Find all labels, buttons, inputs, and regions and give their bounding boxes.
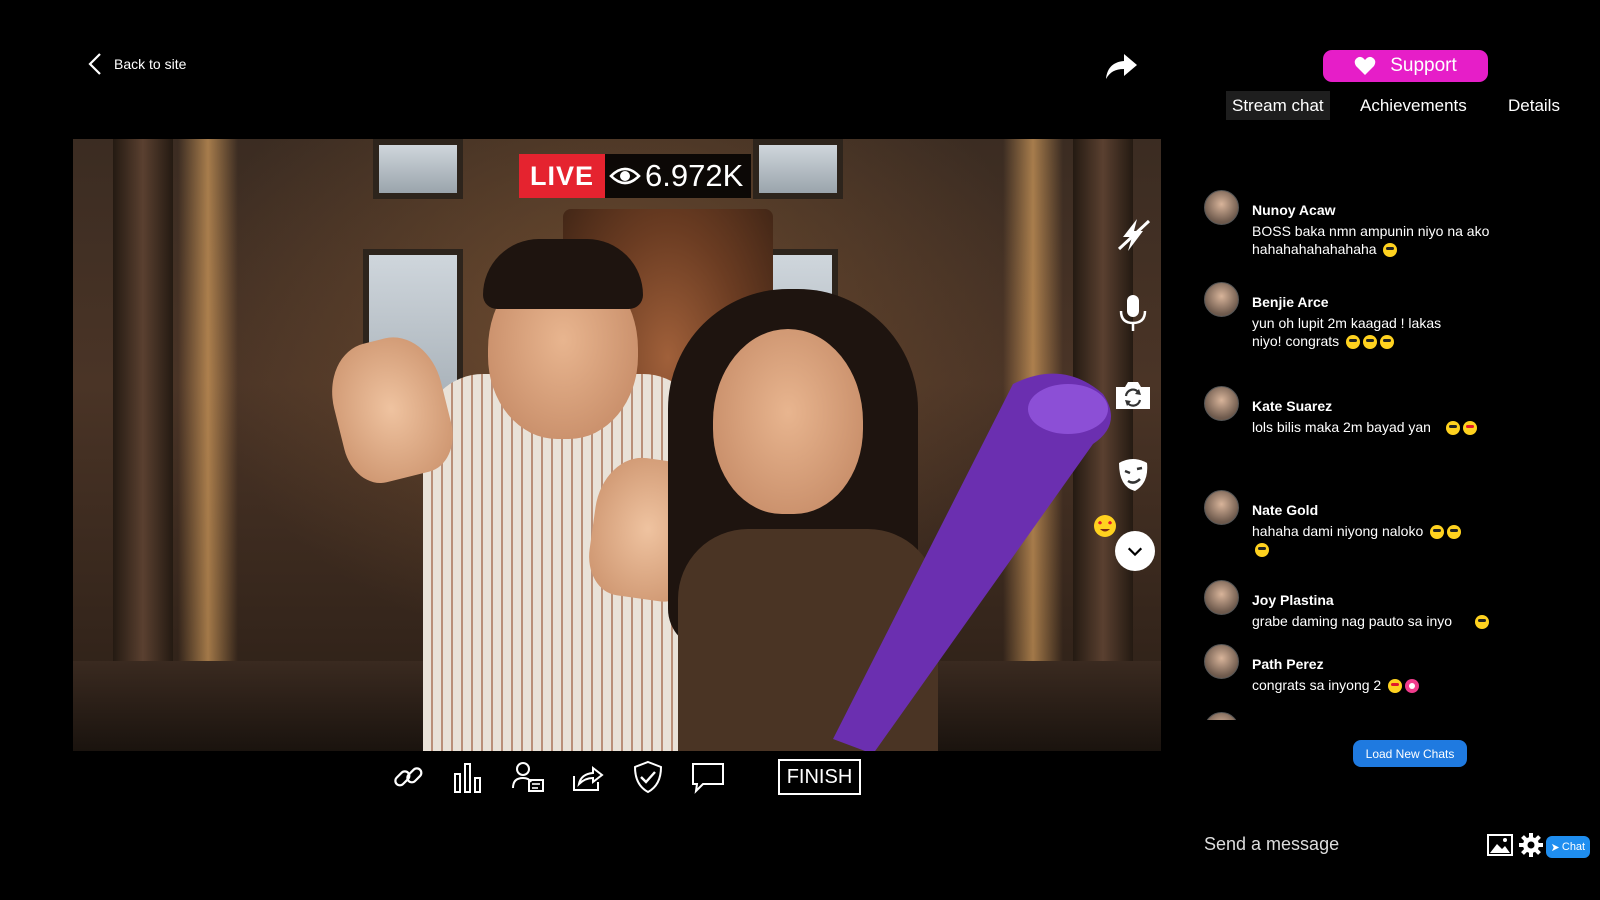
tab-stream-chat[interactable]: Stream chat — [1226, 91, 1330, 120]
chat-text-body: BOSS baka nmn ampunin niyo na ako hahaha… — [1252, 223, 1490, 257]
guest-button[interactable] — [508, 757, 548, 797]
back-to-site-link[interactable]: Back to site — [86, 52, 186, 76]
chat-text: yun oh lupit 2m kaagad ! lakas niyo! con… — [1252, 314, 1467, 350]
chevron-down-icon — [1127, 547, 1143, 557]
chat-text: congrats sa inyong 2 — [1252, 676, 1552, 694]
chat-username[interactable]: Benjie Arce — [1252, 294, 1329, 310]
stats-icon — [454, 763, 481, 793]
moderation-button[interactable] — [628, 757, 668, 797]
love-emoji-icon — [1094, 515, 1116, 537]
avatar[interactable] — [1204, 282, 1239, 317]
grin-emoji-icon — [1430, 525, 1445, 540]
avatar[interactable] — [1204, 490, 1239, 525]
comment-icon — [692, 763, 724, 794]
live-badge: LIVE 6.972K — [519, 154, 752, 198]
tab-achievements[interactable]: Achievements — [1354, 91, 1473, 120]
link-button[interactable] — [388, 757, 428, 797]
avatar[interactable] — [1204, 712, 1239, 720]
support-button[interactable]: Support — [1323, 50, 1488, 82]
chat-text: grabe daming nag pauto sa inyo — [1252, 612, 1552, 630]
grin-emoji-icon — [1380, 335, 1395, 350]
video-scenery — [753, 139, 843, 199]
gear-icon[interactable] — [1518, 832, 1544, 858]
grin-emoji-icon — [1474, 615, 1489, 630]
support-label: Support — [1390, 55, 1457, 76]
grin-emoji-icon — [1363, 335, 1378, 350]
video-scenery — [178, 139, 238, 751]
send-message-input[interactable] — [1204, 828, 1464, 860]
chat-text: BOSS baka nmn ampunin niyo na ako hahaha… — [1252, 222, 1552, 258]
finish-button[interactable]: FINISH — [778, 759, 861, 795]
video-scenery — [373, 139, 463, 199]
mask-icon — [1119, 459, 1148, 491]
image-upload-icon[interactable] — [1487, 834, 1513, 856]
chat-text-body: lols bilis maka 2m bayad yan — [1252, 419, 1431, 435]
avatar[interactable] — [1204, 580, 1239, 615]
flash-off-button[interactable] — [1110, 212, 1156, 258]
chat-username[interactable]: Nate Gold — [1252, 502, 1318, 518]
load-new-chats-button[interactable]: Load New Chats — [1353, 740, 1467, 767]
guest-icon — [512, 762, 544, 792]
heart-icon — [1354, 56, 1376, 75]
video-scenery — [113, 139, 173, 751]
purple-horn — [833, 373, 1111, 751]
camera-switch-icon — [1116, 382, 1150, 409]
chat-message-list[interactable]: Nunoy Acaw BOSS baka nmn ampunin niyo na… — [1204, 190, 1564, 720]
chat-username[interactable]: Joy Plastina — [1252, 592, 1334, 608]
grin-emoji-icon — [1383, 243, 1398, 258]
chat-username[interactable]: Path Perez — [1252, 656, 1324, 672]
mask-filter-button[interactable] — [1110, 452, 1156, 498]
viewer-count: 6.972K — [645, 158, 744, 193]
flash-off-icon — [1117, 219, 1151, 251]
share-button[interactable] — [568, 757, 608, 797]
microphone-icon — [1119, 295, 1147, 331]
chat-button-label: Chat — [1561, 841, 1586, 853]
chat-text-body: hahaha dami niyong naloko — [1252, 523, 1424, 539]
stats-button[interactable] — [448, 757, 488, 797]
grin-emoji-icon — [1447, 525, 1462, 540]
scroll-down-button[interactable] — [1115, 531, 1155, 571]
share-icon — [573, 765, 604, 791]
avatar[interactable] — [1204, 644, 1239, 679]
link-icon — [394, 767, 423, 787]
chat-text-body: congrats sa inyong 2 — [1252, 677, 1382, 693]
chevron-left-icon — [88, 53, 101, 75]
viewer-count-box: 6.972K — [605, 154, 752, 198]
love-emoji-icon — [1388, 679, 1403, 694]
tab-details[interactable]: Details — [1502, 91, 1566, 120]
microphone-button[interactable] — [1110, 290, 1156, 336]
grin-emoji-icon — [1445, 421, 1460, 436]
chat-text: lols bilis maka 2m bayad yan — [1252, 418, 1552, 436]
camera-switch-button[interactable] — [1110, 372, 1156, 418]
heart-emoji-icon — [1405, 679, 1420, 694]
avatar[interactable] — [1204, 386, 1239, 421]
send-chat-button[interactable]: Chat — [1546, 836, 1590, 858]
shield-check-icon — [633, 760, 663, 794]
send-arrow-icon — [1551, 843, 1559, 851]
chat-username[interactable]: Kate Suarez — [1252, 398, 1332, 414]
comment-button[interactable] — [688, 757, 728, 797]
grin-emoji-icon — [1346, 335, 1361, 350]
back-label: Back to site — [114, 56, 187, 72]
share-arrow-icon[interactable] — [1104, 50, 1138, 82]
love-emoji-icon — [1462, 421, 1477, 436]
avatar[interactable] — [1204, 190, 1239, 225]
live-label: LIVE — [519, 154, 606, 198]
chat-text: hahaha dami niyong naloko — [1252, 522, 1462, 558]
live-video-player[interactable] — [73, 139, 1161, 751]
chat-text-body: grabe daming nag pauto sa inyo — [1252, 613, 1453, 629]
grin-emoji-icon — [1255, 543, 1269, 558]
eye-icon — [609, 167, 641, 185]
chat-username[interactable]: Nunoy Acaw — [1252, 202, 1336, 218]
